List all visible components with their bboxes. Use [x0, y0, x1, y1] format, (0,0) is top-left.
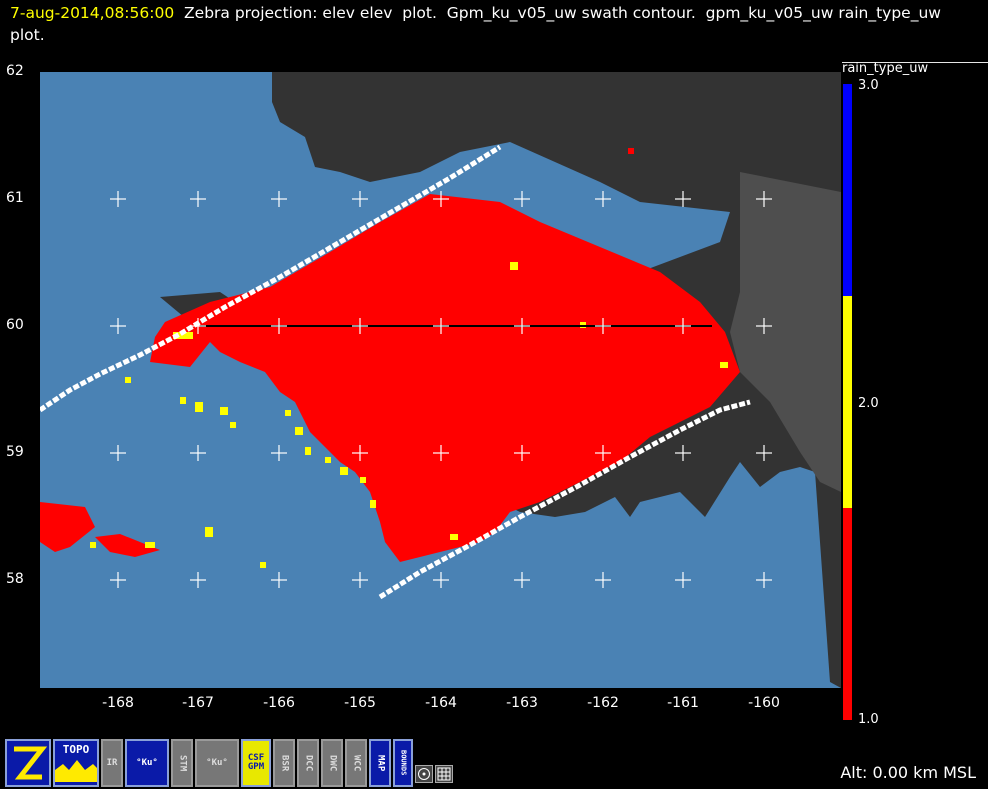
- dcc-icon[interactable]: DCC: [297, 739, 319, 787]
- target-icon[interactable]: [415, 765, 433, 783]
- ku-rain-icon[interactable]: °Ku°: [195, 739, 239, 787]
- wcc-icon[interactable]: WCC: [345, 739, 367, 787]
- lat-label-60: 60: [6, 317, 24, 333]
- lon-label-167: -167: [182, 695, 214, 711]
- map-icon[interactable]: MAP: [369, 739, 391, 787]
- bounds-label: BOUNDS: [399, 750, 408, 776]
- lon-label-165: -165: [344, 695, 376, 711]
- stm-icon[interactable]: STM: [171, 739, 193, 787]
- rain-west-patch: [40, 502, 95, 552]
- grid-icon[interactable]: [435, 765, 453, 783]
- ku-label: °Ku°: [136, 757, 158, 768]
- zebra-logo-icon[interactable]: [5, 739, 51, 787]
- rain-pixel-1: [628, 148, 634, 154]
- colorbar-tick-1: 1.0: [858, 712, 879, 727]
- ku-rain-label: °Ku°: [206, 757, 228, 768]
- lon-label-162: -162: [587, 695, 619, 711]
- colorbar-seg-red: [843, 508, 852, 720]
- plot-timestamp: 7-aug-2014,08:56:00: [10, 4, 175, 22]
- bsr-label: BSR: [279, 754, 290, 772]
- wcc-label: WCC: [351, 754, 362, 772]
- lon-label-163: -163: [506, 695, 538, 711]
- plot-title: 7-aug-2014,08:56:00 Zebra projection: el…: [10, 2, 970, 46]
- lon-label-160: -160: [748, 695, 780, 711]
- map-svg: [40, 72, 841, 688]
- lon-label-168: -168: [102, 695, 134, 711]
- dwc-label: DWC: [327, 754, 338, 772]
- lon-label-161: -161: [667, 695, 699, 711]
- colorbar: [843, 84, 852, 720]
- topo-icon[interactable]: TOPO: [53, 739, 99, 787]
- lon-label-166: -166: [263, 695, 295, 711]
- bsr-icon[interactable]: BSR: [273, 739, 295, 787]
- colorbar-title: rain_type_uw: [842, 61, 929, 76]
- csf-label: CSF GPM: [247, 753, 265, 772]
- bounds-icon[interactable]: BOUNDS: [393, 739, 413, 787]
- lat-label-62: 62: [6, 63, 24, 79]
- lat-label-59: 59: [6, 444, 24, 460]
- altitude-readout: Alt: 0.00 km MSL: [840, 763, 976, 782]
- lat-label-58: 58: [6, 571, 24, 587]
- ku-swath-icon[interactable]: °Ku°: [125, 739, 169, 787]
- colorbar-seg-yellow: [843, 296, 852, 508]
- rain-stratiform: [150, 194, 740, 562]
- lon-label-164: -164: [425, 695, 457, 711]
- stm-label: STM: [177, 754, 188, 772]
- ir-satellite-icon[interactable]: IR: [101, 739, 123, 787]
- colorbar-seg-blue: [843, 84, 852, 296]
- icon-toolbar: TOPO IR °Ku° STM °Ku° CSF GPM BSR DCC DW…: [5, 739, 453, 787]
- ir-label: IR: [106, 757, 118, 768]
- dcc-label: DCC: [303, 754, 314, 772]
- colorbar-tick-2: 2.0: [858, 396, 879, 411]
- colorbar-tick-3: 3.0: [858, 78, 879, 93]
- map-canvas[interactable]: [40, 72, 841, 688]
- topo-label: TOPO: [62, 743, 90, 756]
- csf-gpm-icon[interactable]: CSF GPM: [241, 739, 271, 787]
- dwc-icon[interactable]: DWC: [321, 739, 343, 787]
- lat-label-61: 61: [6, 190, 24, 206]
- map-label: MAP: [375, 754, 386, 772]
